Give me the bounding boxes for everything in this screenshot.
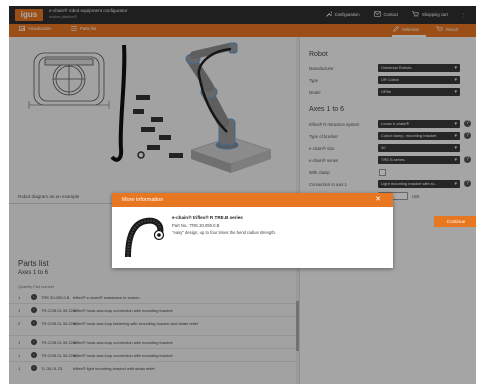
part-number: Part No.: TRE.30.090.0.B <box>172 223 220 228</box>
continue-button[interactable]: Continue <box>434 216 476 227</box>
app-window: igus e-chain® robot equipment configurat… <box>9 6 476 384</box>
modal-header: More information <box>112 193 393 207</box>
product-description: "easy" design, up to four times the bend… <box>172 230 276 235</box>
modal-title: More information <box>122 197 164 203</box>
product-title: e-chain® triflex® R TRE.B series <box>172 215 243 220</box>
e-chain-product-image <box>125 217 165 258</box>
close-icon[interactable]: ✕ <box>375 193 381 207</box>
more-information-modal: More information ✕ e-chain® triflex® R T… <box>112 193 393 268</box>
